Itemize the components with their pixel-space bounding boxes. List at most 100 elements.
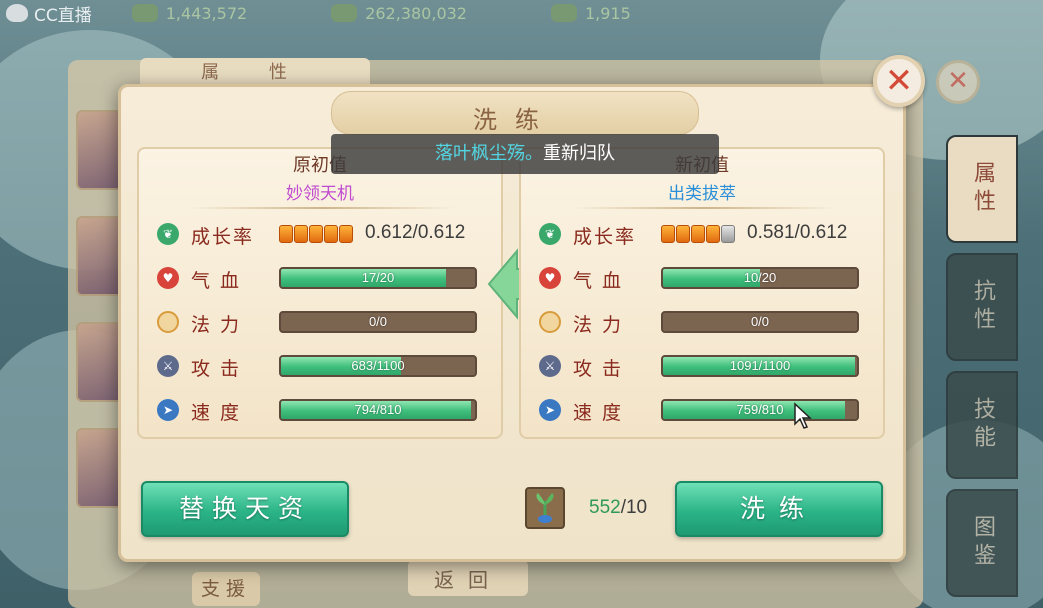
star-filled-icon: [294, 225, 308, 243]
stat-bar-text: 10/20: [743, 270, 777, 285]
side-tab-attributes[interactable]: 属性: [946, 135, 1018, 243]
speed-icon: ➤: [157, 399, 179, 421]
refine-dialog: 洗练 ✕ 原初值 妙领天机 ❦ 成长率 0.612/0.612 ♥ 气血 17/…: [118, 55, 925, 562]
stat-label: 气血: [573, 270, 632, 292]
refine-item-slot[interactable]: [525, 487, 565, 529]
stat-label: 法力: [191, 314, 250, 336]
stat-bar: 794/810: [279, 399, 477, 421]
growth-value: 0.612/0.612: [365, 222, 466, 243]
star-filled-icon: [324, 225, 338, 243]
stat-bar: 683/1100: [279, 355, 477, 377]
mana-icon: [157, 311, 179, 333]
mana-icon: [539, 311, 561, 333]
app-brand: CC直播: [6, 1, 92, 26]
stat-row-speed: ➤ 速度 794/810: [157, 395, 493, 425]
top-status-bar: CC直播 1,443,572 262,380,032 1,915: [0, 0, 1043, 26]
stat-row-mp: 法力 0/0: [157, 307, 493, 337]
stat-label: 攻击: [573, 358, 632, 380]
dialog-title: 洗练: [473, 106, 557, 134]
card-subtitle: 出类拔萃: [668, 184, 736, 204]
toast-highlight: 落叶枫尘殇。: [435, 143, 543, 164]
star-empty-icon: [721, 225, 735, 243]
divider: [189, 207, 455, 209]
original-values-card: 原初值 妙领天机 ❦ 成长率 0.612/0.612 ♥ 气血 17/20 法力…: [137, 147, 503, 439]
star-filled-icon: [676, 225, 690, 243]
leaf-icon: ❦: [157, 223, 179, 245]
sword-icon: ⚔: [157, 355, 179, 377]
growth-stars: [279, 225, 353, 243]
stat-bar: 1091/1100: [661, 355, 859, 377]
star-filled-icon: [339, 225, 353, 243]
stat-bar: 0/0: [279, 311, 477, 333]
mouse-cursor-icon: [794, 402, 812, 429]
star-filled-icon: [691, 225, 705, 243]
refine-cost: 552/10: [589, 497, 647, 519]
stat-label: 速度: [191, 402, 250, 424]
cost-have: 552: [589, 497, 621, 518]
stat-bar: 0/0: [661, 311, 859, 333]
resource-gold: 262,380,032: [331, 4, 467, 23]
coin-icon: [331, 4, 358, 22]
new-values-card: 新初值 出类拔萃 ❦ 成长率 0.581/0.612 ♥ 气血 10/20 法力…: [519, 147, 885, 439]
stat-bar-text: 794/810: [354, 402, 402, 417]
sword-icon: ⚔: [539, 355, 561, 377]
star-filled-icon: [309, 225, 323, 243]
growth-label: 成长率: [573, 226, 637, 248]
support-button[interactable]: 支援: [192, 572, 260, 606]
resource-silver: 1,443,572: [131, 4, 247, 23]
stat-row-attack: ⚔ 攻击 1091/1100: [539, 351, 875, 381]
dialog-header: 洗练: [331, 91, 699, 135]
replace-talent-button[interactable]: 替换天资: [141, 481, 349, 537]
stat-row-hp: ♥ 气血 10/20: [539, 263, 875, 293]
card-subtitle: 妙领天机: [286, 184, 354, 204]
stat-bar-text: 1091/1100: [729, 358, 791, 373]
refine-button[interactable]: 洗练: [675, 481, 883, 537]
stat-bar: 759/810: [661, 399, 859, 421]
toast-text: 重新归队: [543, 143, 615, 164]
close-icon: ✕: [884, 61, 914, 101]
stat-bar-text: 759/810: [736, 402, 784, 417]
heart-icon: ♥: [157, 267, 179, 289]
star-filled-icon: [279, 225, 293, 243]
app-name: CC直播: [34, 5, 92, 26]
stat-label: 气血: [191, 270, 250, 292]
silver-icon: [131, 4, 158, 22]
jade-icon: [550, 4, 577, 22]
speed-icon: ➤: [539, 399, 561, 421]
star-filled-icon: [706, 225, 720, 243]
star-filled-icon: [661, 225, 675, 243]
growth-stars: [661, 225, 735, 243]
stat-row-mp: 法力 0/0: [539, 307, 875, 337]
back-button[interactable]: 返回: [408, 560, 528, 596]
divider: [571, 207, 837, 209]
stat-row-hp: ♥ 气血 17/20: [157, 263, 493, 293]
growth-value: 0.581/0.612: [747, 222, 848, 243]
stat-bar-text: 0/0: [750, 314, 770, 329]
close-button[interactable]: ✕: [873, 55, 925, 107]
leaf-icon: ❦: [539, 223, 561, 245]
stat-label: 攻击: [191, 358, 250, 380]
stat-label: 速度: [573, 402, 632, 424]
side-tab-catalog[interactable]: 图鉴: [946, 489, 1018, 597]
growth-row: ❦ 成长率 0.581/0.612: [539, 219, 875, 249]
toast-message: 落叶枫尘殇。重新归队: [331, 134, 719, 174]
stat-row-speed: ➤ 速度 759/810: [539, 395, 875, 425]
stat-row-attack: ⚔ 攻击 683/1100: [157, 351, 493, 381]
side-tab-list: 属性 抗性 技能 图鉴: [946, 135, 1026, 607]
side-tab-skills[interactable]: 技能: [946, 371, 1018, 479]
growth-row: ❦ 成长率 0.612/0.612: [157, 219, 493, 249]
cost-need: /10: [620, 497, 648, 518]
stat-bar: 10/20: [661, 267, 859, 289]
stat-bar-text: 683/1100: [351, 358, 405, 373]
resource-jade: 1,915: [550, 4, 631, 23]
heart-icon: ♥: [539, 267, 561, 289]
background-close-button[interactable]: ✕: [936, 60, 980, 104]
stat-label: 法力: [573, 314, 632, 336]
stat-bar: 17/20: [279, 267, 477, 289]
stat-bar-text: 17/20: [361, 270, 395, 285]
herb-icon: [536, 493, 554, 523]
cc-logo-icon: [6, 4, 28, 22]
growth-label: 成长率: [191, 226, 255, 248]
stat-bar-text: 0/0: [368, 314, 388, 329]
side-tab-resistance[interactable]: 抗性: [946, 253, 1018, 361]
